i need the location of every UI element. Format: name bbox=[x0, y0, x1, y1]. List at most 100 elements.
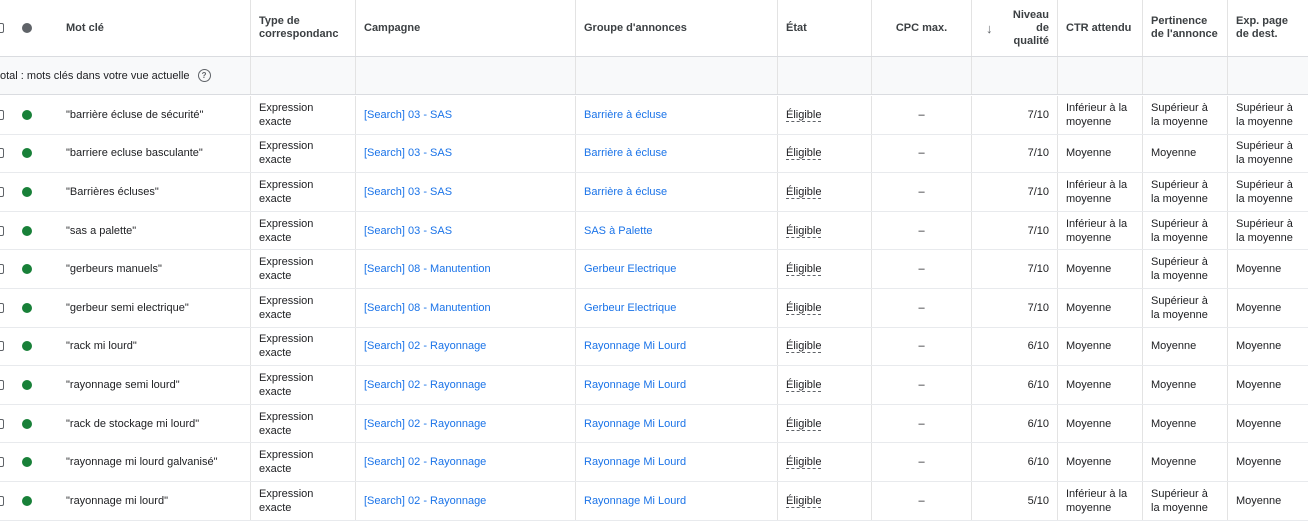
campaign-link[interactable]: [Search] 08 - Manutention bbox=[364, 263, 491, 275]
enabled-status-dot-icon[interactable] bbox=[22, 379, 32, 390]
ad-group-link[interactable]: Gerbeur Electrique bbox=[584, 302, 676, 314]
status-text[interactable]: Éligible bbox=[786, 418, 821, 430]
enabled-status-dot-icon[interactable] bbox=[22, 457, 32, 468]
row-checkbox[interactable] bbox=[0, 341, 4, 352]
row-checkbox[interactable] bbox=[0, 148, 4, 159]
campaign-link[interactable]: [Search] 02 - Rayonnage bbox=[364, 379, 486, 391]
row-checkbox[interactable] bbox=[0, 264, 4, 275]
enabled-status-dot-icon[interactable] bbox=[22, 225, 32, 236]
ad-group-link[interactable]: Barrière à écluse bbox=[584, 109, 667, 121]
keyword-text[interactable]: "rayonnage semi lourd" bbox=[66, 379, 180, 391]
row-checkbox[interactable] bbox=[0, 186, 4, 197]
cpc-value[interactable]: – bbox=[918, 109, 924, 121]
col-quality-score[interactable]: ↓ Niveau de qualité bbox=[972, 0, 1058, 56]
campaign-link[interactable]: [Search] 02 - Rayonnage bbox=[364, 495, 486, 507]
enabled-status-dot-icon[interactable] bbox=[22, 341, 32, 352]
keyword-text[interactable]: "rack mi lourd" bbox=[66, 340, 137, 352]
cpc-value[interactable]: – bbox=[918, 495, 924, 507]
col-keyword-label: Mot clé bbox=[66, 21, 104, 34]
keyword-text[interactable]: "sas a palette" bbox=[66, 225, 136, 237]
status-text[interactable]: Éligible bbox=[786, 225, 821, 237]
col-match-type[interactable]: Type de correspondanc bbox=[251, 0, 356, 56]
campaign-cell: [Search] 08 - Manutention bbox=[356, 289, 576, 327]
row-checkbox[interactable] bbox=[0, 302, 4, 313]
row-checkbox[interactable] bbox=[0, 225, 4, 236]
status-text[interactable]: Éligible bbox=[786, 340, 821, 352]
select-all-checkbox[interactable] bbox=[0, 23, 4, 33]
col-status[interactable]: État bbox=[778, 0, 872, 56]
enabled-status-dot-icon[interactable] bbox=[22, 264, 32, 275]
cpc-value[interactable]: – bbox=[918, 340, 924, 352]
status-text[interactable]: Éligible bbox=[786, 186, 821, 198]
status-dot-icon[interactable] bbox=[22, 23, 32, 33]
ad-group-link[interactable]: Rayonnage Mi Lourd bbox=[584, 379, 686, 391]
cpc-value[interactable]: – bbox=[918, 379, 924, 391]
enabled-status-dot-icon[interactable] bbox=[22, 148, 32, 159]
ad-relevance-cell: Supérieur à la moyenne bbox=[1143, 482, 1228, 520]
status-text[interactable]: Éligible bbox=[786, 379, 821, 391]
landing-page-cell: Moyenne bbox=[1228, 405, 1308, 443]
ad-group-link[interactable]: Gerbeur Electrique bbox=[584, 263, 676, 275]
ad-relevance-value: Moyenne bbox=[1151, 456, 1197, 469]
ad-group-cell: Rayonnage Mi Lourd bbox=[576, 443, 778, 481]
col-ad-relevance[interactable]: Pertinence de l'annonce bbox=[1143, 0, 1228, 56]
campaign-link[interactable]: [Search] 03 - SAS bbox=[364, 109, 452, 121]
campaign-link[interactable]: [Search] 02 - Rayonnage bbox=[364, 418, 486, 430]
enabled-status-dot-icon[interactable] bbox=[22, 418, 32, 429]
status-text[interactable]: Éligible bbox=[786, 147, 821, 159]
status-text[interactable]: Éligible bbox=[786, 109, 821, 121]
help-icon[interactable]: ? bbox=[197, 69, 211, 82]
table-header: Mot clé Type de correspondanc Campagne G… bbox=[0, 0, 1308, 57]
ad-group-link[interactable]: Rayonnage Mi Lourd bbox=[584, 418, 686, 430]
cpc-value[interactable]: – bbox=[918, 302, 924, 314]
campaign-link[interactable]: [Search] 03 - SAS bbox=[364, 147, 452, 159]
row-checkbox[interactable] bbox=[0, 457, 4, 468]
keyword-text[interactable]: "gerbeurs manuels" bbox=[66, 263, 162, 275]
keyword-text[interactable]: "rack de stockage mi lourd" bbox=[66, 418, 199, 430]
cpc-cell: – bbox=[872, 327, 972, 366]
enabled-status-dot-icon[interactable] bbox=[22, 495, 32, 506]
enabled-status-dot-icon[interactable] bbox=[22, 302, 32, 313]
col-cpc[interactable]: CPC max. bbox=[872, 0, 972, 56]
status-text[interactable]: Éligible bbox=[786, 495, 821, 507]
ad-group-link[interactable]: Rayonnage Mi Lourd bbox=[584, 340, 686, 352]
col-expected-ctr[interactable]: CTR attendu bbox=[1058, 0, 1143, 56]
enabled-status-dot-icon[interactable] bbox=[22, 186, 32, 197]
enabled-status-dot-icon[interactable] bbox=[22, 109, 32, 120]
status-text[interactable]: Éligible bbox=[786, 456, 821, 468]
row-checkbox[interactable] bbox=[0, 109, 4, 120]
keyword-text[interactable]: "gerbeur semi electrique" bbox=[66, 302, 189, 314]
campaign-link[interactable]: [Search] 03 - SAS bbox=[364, 186, 452, 198]
ad-group-link[interactable]: SAS à Palette bbox=[584, 225, 653, 237]
row-checkbox[interactable] bbox=[0, 495, 4, 506]
keyword-text[interactable]: "rayonnage mi lourd" bbox=[66, 495, 168, 507]
col-keyword[interactable]: Mot clé bbox=[58, 0, 251, 56]
cpc-value[interactable]: – bbox=[918, 418, 924, 430]
cpc-value[interactable]: – bbox=[918, 186, 924, 198]
landing-page-cell: Moyenne bbox=[1228, 443, 1308, 481]
campaign-link[interactable]: [Search] 03 - SAS bbox=[364, 225, 452, 237]
cpc-value[interactable]: – bbox=[918, 263, 924, 275]
campaign-link[interactable]: [Search] 08 - Manutention bbox=[364, 302, 491, 314]
keyword-text[interactable]: "barriere ecluse basculante" bbox=[66, 147, 203, 159]
status-cell: Éligible bbox=[778, 96, 872, 134]
campaign-link[interactable]: [Search] 02 - Rayonnage bbox=[364, 340, 486, 352]
ad-group-link[interactable]: Rayonnage Mi Lourd bbox=[584, 495, 686, 507]
col-ad-group[interactable]: Groupe d'annonces bbox=[576, 0, 778, 56]
campaign-link[interactable]: [Search] 02 - Rayonnage bbox=[364, 456, 486, 468]
cpc-value[interactable]: – bbox=[918, 456, 924, 468]
status-text[interactable]: Éligible bbox=[786, 263, 821, 275]
ad-group-link[interactable]: Rayonnage Mi Lourd bbox=[584, 456, 686, 468]
keyword-text[interactable]: "rayonnage mi lourd galvanisé" bbox=[66, 456, 218, 468]
row-checkbox[interactable] bbox=[0, 379, 4, 390]
row-checkbox[interactable] bbox=[0, 418, 4, 429]
cpc-value[interactable]: – bbox=[918, 225, 924, 237]
col-landing-page[interactable]: Exp. page de dest. bbox=[1228, 0, 1308, 56]
cpc-value[interactable]: – bbox=[918, 147, 924, 159]
keyword-text[interactable]: "barrière écluse de sécurité" bbox=[66, 109, 203, 121]
ad-group-link[interactable]: Barrière à écluse bbox=[584, 147, 667, 159]
ad-group-link[interactable]: Barrière à écluse bbox=[584, 186, 667, 198]
keyword-text[interactable]: "Barrières écluses" bbox=[66, 186, 159, 198]
status-text[interactable]: Éligible bbox=[786, 302, 821, 314]
col-campaign[interactable]: Campagne bbox=[356, 0, 576, 56]
